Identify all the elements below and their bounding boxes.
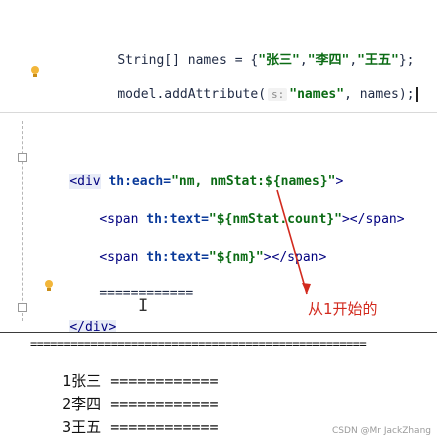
text-cursor-icon: I (138, 296, 149, 316)
code-span1-attr: th:text= (146, 212, 209, 227)
code-string-3: "王五" (357, 53, 399, 68)
code-div-value: "nm, nmStat:${names}" (171, 174, 336, 189)
code-div-open-tag: <div (69, 174, 101, 189)
code-span2-attr: th:text= (146, 250, 209, 265)
code-line-span-count: <span th:text="${nmStat.count}"></span> (68, 193, 404, 227)
code-type-decl: String[] names = { (117, 53, 259, 68)
watermark: CSDN @Mr JackZhang (332, 426, 431, 436)
output-rule: ========================================… (30, 337, 367, 351)
code-add-attribute-call: model.addAttribute( (117, 87, 267, 102)
code-string-1: "张三" (258, 53, 300, 68)
code-sep-1: , (299, 53, 308, 68)
parameter-hint: s: (268, 88, 288, 101)
code-line-div-close: </div> (38, 301, 117, 335)
fold-toggle-icon[interactable] (18, 153, 27, 162)
code-div-end: > (335, 174, 344, 189)
code-line-add-attribute: model.addAttribute(s: "names", names); (86, 68, 418, 102)
lightbulb-icon[interactable] (30, 66, 40, 78)
code-line-separator: ============ (68, 267, 193, 301)
code-string-2: "李四" (307, 53, 350, 68)
output-row-index: 3 (62, 418, 72, 436)
code-sep-2: , (349, 53, 358, 68)
code-close-1: }; (398, 53, 415, 68)
code-editor-top[interactable]: String[] names = {"张三","李四","王五"}; model… (0, 0, 437, 110)
code-args-rest: , names); (344, 87, 415, 102)
code-span1-value: "${nmStat.count}" (208, 212, 342, 227)
code-line-span-name: <span th:text="${nm}"></span> (68, 231, 326, 265)
output-row: 1张三 ============ (26, 351, 218, 390)
output-row-bar: ============ (110, 418, 219, 436)
rendered-output: ========================================… (0, 332, 437, 442)
lightbulb-icon[interactable] (44, 280, 54, 292)
output-row: 3王五 ============ (26, 397, 218, 436)
text-caret (415, 87, 418, 102)
code-span1-open: <span (99, 212, 139, 227)
code-string-names: "names" (289, 87, 345, 102)
code-div-attr: th:each= (108, 174, 172, 189)
fold-toggle-icon[interactable] (18, 303, 27, 312)
output-row-name: 王五 (71, 418, 102, 436)
fold-guide-line (22, 121, 23, 321)
code-span2-value: "${nm}" (208, 250, 264, 265)
code-span2-open: <span (99, 250, 139, 265)
annotation-label: 从1开始的 (308, 300, 378, 318)
code-span1-close: ></span> (341, 212, 405, 227)
output-row: 2李四 ============ (26, 374, 218, 413)
code-line-div-open: <div th:each="nm, nmStat:${names}"> (38, 155, 343, 189)
code-span2-close: ></span> (263, 250, 327, 265)
code-line-names-array: String[] names = {"张三","李四","王五"}; (86, 34, 414, 68)
